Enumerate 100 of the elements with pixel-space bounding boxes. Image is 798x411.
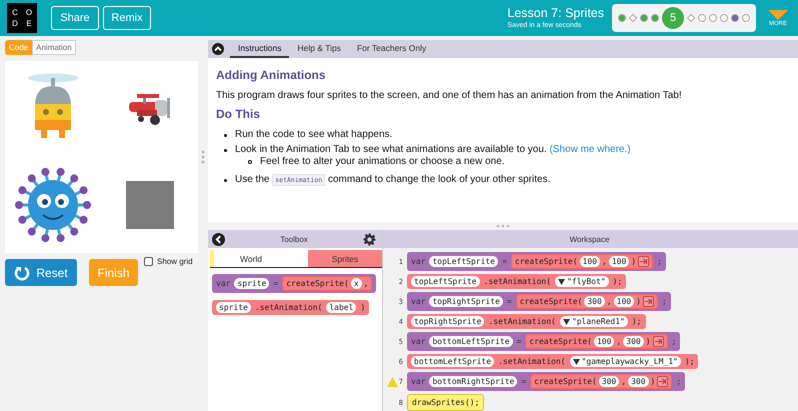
block-text: , xyxy=(621,376,626,387)
code-block[interactable]: createSprite( 300 , 100 ) xyxy=(516,294,658,309)
block-field[interactable]: x xyxy=(350,278,362,289)
block-field[interactable]: sprite xyxy=(216,302,251,313)
block-text: ; xyxy=(672,336,676,347)
block-field[interactable]: 100 xyxy=(594,336,614,347)
level-dot[interactable] xyxy=(698,14,706,22)
panel-title: Toolbox xyxy=(280,234,308,244)
block-text: , xyxy=(606,296,612,307)
code-block[interactable]: drawSprites(); xyxy=(407,394,484,411)
block-text: , xyxy=(364,278,368,289)
block-field[interactable]: label xyxy=(326,302,356,313)
code-block[interactable]: bottomLeftSprite .setAnimation( "gameplaywacky_LM_1" ); xyxy=(407,354,698,369)
level-dot[interactable] xyxy=(720,14,728,22)
code-block[interactable]: var bottomRightSprite = createSprite( 300 , 300 ) ; xyxy=(407,372,686,391)
dropdown-field[interactable]: "flyBot" xyxy=(555,276,609,287)
list-item: Feel free to alter your animations or choose a new one. xyxy=(260,156,505,168)
block-text: ) xyxy=(631,256,636,267)
block-text: ) xyxy=(650,376,656,387)
code-block[interactable]: topRightSprite .setAnimation( "planeRed1" ); xyxy=(407,314,646,329)
warning-icon[interactable] xyxy=(386,376,398,386)
code-block[interactable]: createSprite( x , xyxy=(282,276,372,291)
bullet-icon xyxy=(224,134,227,136)
level-dot[interactable] xyxy=(709,14,717,22)
airplane-drawing xyxy=(126,92,173,126)
block-field[interactable]: topLeftSprite xyxy=(429,256,498,267)
instructions-tab[interactable]: Instructions xyxy=(230,40,290,58)
block-text: ); xyxy=(632,316,642,327)
block-field[interactable]: 300 xyxy=(584,296,605,307)
code-block[interactable]: var sprite = createSprite( x , xyxy=(212,274,376,293)
resize-handle-icon[interactable] xyxy=(201,150,205,164)
block-field[interactable]: bottomLeftSprite xyxy=(429,336,513,347)
logo[interactable]: C O D E xyxy=(7,3,37,33)
block-field[interactable]: topRightSprite xyxy=(411,316,484,327)
mutator-icon[interactable] xyxy=(638,256,650,267)
block-text: ; xyxy=(662,296,667,307)
level-dot[interactable] xyxy=(651,14,659,22)
dropdown-field[interactable]: "gameplaywacky_LM_1" xyxy=(570,356,681,367)
block-text: ; xyxy=(657,256,662,267)
bullet-icon xyxy=(224,148,227,152)
mutator-icon[interactable] xyxy=(657,376,668,387)
code-block[interactable]: var topRightSprite = createSprite( 300 , 100 ) ; xyxy=(407,292,671,311)
collapse-icon[interactable] xyxy=(212,43,224,55)
block-field[interactable]: 300 xyxy=(623,336,644,347)
mutator-icon[interactable] xyxy=(642,296,654,307)
code-block[interactable]: createSprite( 100 , 300 ) xyxy=(525,334,668,349)
lesson-title: Lesson 7: Sprites xyxy=(507,6,604,21)
block-field[interactable]: sprite xyxy=(234,278,270,289)
instruction-text: This program draws four sprites to the screen, and one of them has an animation from the Animation Tab! xyxy=(216,90,683,101)
code-block[interactable]: sprite .setAnimation( label ) xyxy=(212,300,370,315)
level-dot[interactable] xyxy=(742,14,750,22)
block-field[interactable]: 100 xyxy=(608,256,630,267)
level-dot[interactable] xyxy=(618,14,626,22)
block-text: .setAnimation( xyxy=(484,276,552,287)
block-field[interactable]: 100 xyxy=(614,296,634,307)
block-text: ) xyxy=(646,336,651,347)
back-icon[interactable] xyxy=(212,232,225,246)
block-text: .setAnimation( xyxy=(488,316,556,327)
block-field[interactable]: bottomLeftSprite xyxy=(411,356,494,367)
caret-icon[interactable] xyxy=(768,10,788,20)
resize-handle-icon[interactable] xyxy=(496,224,510,228)
level-dot[interactable] xyxy=(731,14,739,22)
block-text: ); xyxy=(612,276,622,287)
code-block[interactable]: createSprite( 300 , 300 ) xyxy=(530,374,672,389)
block-field[interactable]: 300 xyxy=(598,376,620,387)
dropdown-icon xyxy=(558,278,566,284)
block-text: var xyxy=(411,256,426,267)
code-block[interactable]: createSprite( 100 , 100 ) xyxy=(510,254,654,269)
level-dot[interactable] xyxy=(640,14,648,22)
mutator-icon[interactable] xyxy=(652,336,664,347)
panel-tab[interactable]: Animation xyxy=(32,40,76,55)
block-field[interactable]: topRightSprite xyxy=(429,296,503,307)
panel-title: Workspace xyxy=(570,234,610,244)
block-field[interactable]: bottomRightSprite xyxy=(429,376,518,387)
code-block[interactable]: topLeftSprite .setAnimation( "flyBot" ); xyxy=(407,274,626,289)
show-me-link[interactable]: (Show me where.) xyxy=(549,144,631,155)
reset-icon xyxy=(14,264,30,280)
block-text: ; xyxy=(676,376,682,387)
dropdown-field[interactable]: "planeRed1" xyxy=(560,316,628,327)
dropdown-icon xyxy=(572,358,580,364)
logo-letter: C xyxy=(11,8,19,17)
reset-button[interactable]: Reset xyxy=(5,259,77,286)
checkbox[interactable] xyxy=(144,257,153,266)
instructions-tab[interactable]: For Teachers Only xyxy=(348,40,434,58)
block-field[interactable]: 100 xyxy=(580,256,600,267)
block-text: var xyxy=(411,336,426,347)
block-text: ); xyxy=(684,356,694,367)
square-sprite xyxy=(126,181,174,229)
block-field[interactable]: 300 xyxy=(628,376,649,387)
block-text: createSprite( xyxy=(286,278,349,289)
section-heading: Adding Animations xyxy=(216,68,327,82)
category-tab[interactable]: Sprites xyxy=(308,250,382,267)
code-block[interactable]: var topLeftSprite = createSprite( 100 , 100 ) ; xyxy=(407,252,666,271)
block-text: var xyxy=(411,296,426,307)
section-heading: Do This xyxy=(216,107,261,121)
block-field[interactable]: topLeftSprite xyxy=(411,276,480,287)
code-block[interactable]: var bottomLeftSprite = createSprite( 100 , 300 ) ; xyxy=(407,332,680,351)
block-text: createSprite( xyxy=(520,296,582,307)
settings-icon[interactable] xyxy=(362,232,376,246)
instructions-tab[interactable]: Help & Tips xyxy=(289,40,349,58)
